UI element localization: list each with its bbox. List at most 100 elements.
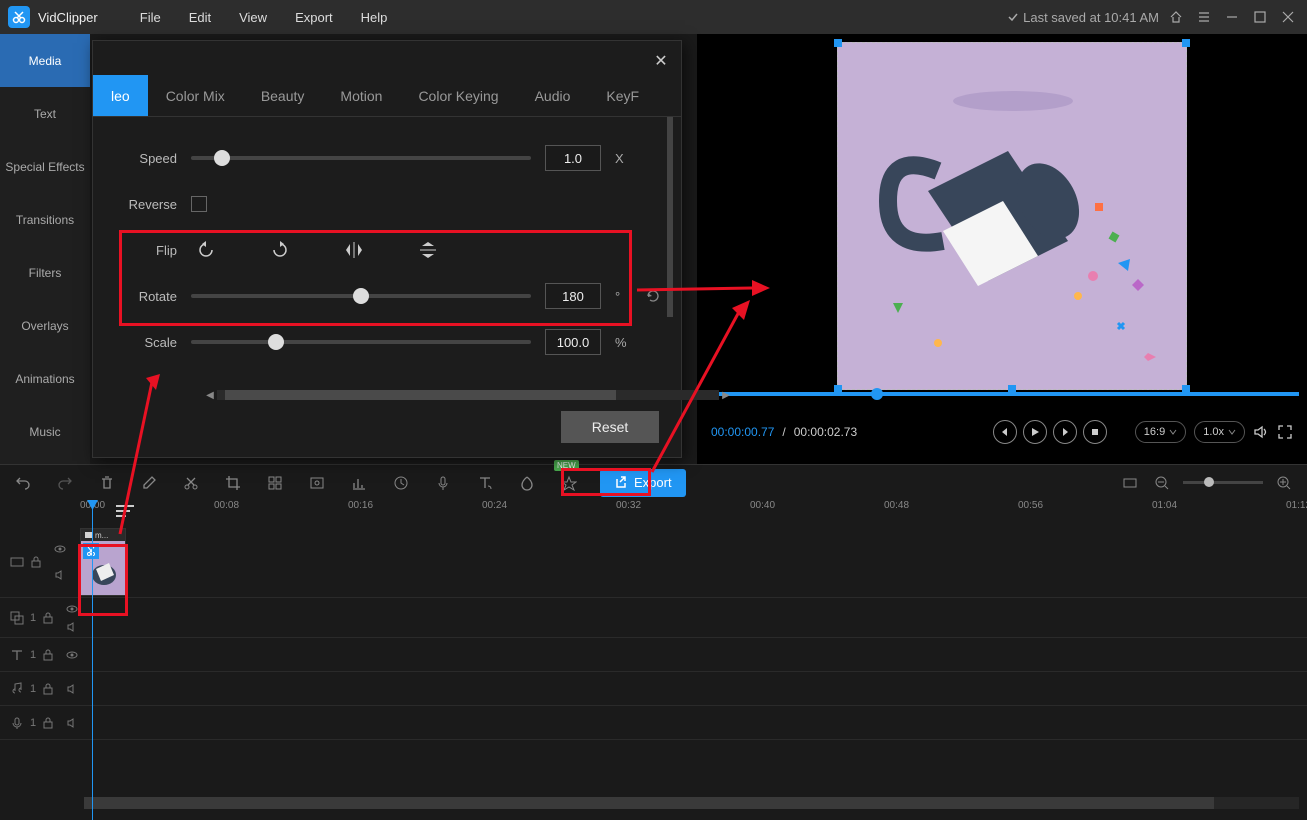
panel-hscroll[interactable]: ◀ ▶ <box>203 389 733 401</box>
lock-icon[interactable] <box>42 649 54 661</box>
lock-icon[interactable] <box>42 612 54 624</box>
playhead[interactable] <box>92 500 93 820</box>
scale-input[interactable] <box>545 329 601 355</box>
rotate-row: Rotate ° <box>107 273 667 319</box>
mute-icon[interactable] <box>66 717 78 729</box>
visibility-icon[interactable] <box>66 649 78 661</box>
hamburger-icon[interactable] <box>1197 8 1215 26</box>
preview-progress[interactable] <box>705 392 1299 396</box>
tab-motion[interactable]: Motion <box>322 75 400 116</box>
overlay-track[interactable]: 1 <box>0 598 1307 638</box>
prev-frame-button[interactable] <box>993 420 1017 444</box>
effects-button[interactable] <box>558 472 580 494</box>
scale-row: Scale % <box>107 319 667 365</box>
track-count: 1 <box>30 649 36 661</box>
lock-icon[interactable] <box>42 717 54 729</box>
volume-icon[interactable] <box>1253 424 1269 440</box>
reset-button[interactable]: Reset <box>561 411 659 443</box>
timeline-hscroll[interactable] <box>84 797 1299 809</box>
close-icon[interactable] <box>1281 8 1299 26</box>
preview-canvas[interactable] <box>837 42 1187 390</box>
play-button[interactable] <box>1023 420 1047 444</box>
flip-vertical-icon[interactable] <box>413 237 443 263</box>
lock-icon[interactable] <box>30 556 42 568</box>
timeline-menu-icon[interactable] <box>116 500 138 522</box>
playback-speed-select[interactable]: 1.0x <box>1194 421 1245 443</box>
undo-button[interactable] <box>12 472 34 494</box>
rotate-slider[interactable] <box>191 294 531 298</box>
panel-close-icon[interactable]: ✕ <box>651 51 671 71</box>
mute-icon[interactable] <box>66 621 78 633</box>
zoom-slider[interactable] <box>1183 481 1263 484</box>
tab-audio[interactable]: Audio <box>517 75 589 116</box>
preview-pane: 00:00:00.77 / 00:00:02.73 16:9 1.0x <box>697 34 1307 464</box>
rotate-ccw-icon[interactable] <box>191 237 221 263</box>
lock-icon[interactable] <box>42 683 54 695</box>
visibility-icon[interactable] <box>66 603 78 615</box>
color-button[interactable] <box>516 472 538 494</box>
timeline-clip[interactable]: m... <box>80 528 126 596</box>
zoom-out-icon[interactable] <box>1151 472 1173 494</box>
preview-controls: 00:00:00.77 / 00:00:02.73 16:9 1.0x <box>697 412 1307 452</box>
freeze-button[interactable] <box>306 472 328 494</box>
music-track[interactable]: 1 <box>0 672 1307 706</box>
tab-keyframe[interactable]: KeyF <box>588 75 657 116</box>
rotate-reset-icon[interactable] <box>645 288 661 304</box>
delete-button[interactable] <box>96 472 118 494</box>
duration-button[interactable] <box>390 472 412 494</box>
menu-view[interactable]: View <box>225 10 281 25</box>
reverse-checkbox[interactable] <box>191 196 207 212</box>
tab-color-keying[interactable]: Color Keying <box>400 75 516 116</box>
home-icon[interactable] <box>1169 8 1187 26</box>
rotate-cw-icon[interactable] <box>265 237 295 263</box>
scale-unit: % <box>615 335 631 350</box>
next-frame-button[interactable] <box>1053 420 1077 444</box>
minimize-icon[interactable] <box>1225 8 1243 26</box>
visibility-icon[interactable] <box>54 543 66 555</box>
rotate-input[interactable] <box>545 283 601 309</box>
video-track[interactable]: m... <box>0 526 1307 598</box>
voiceover-button[interactable] <box>432 472 454 494</box>
edit-button[interactable] <box>138 472 160 494</box>
redo-button[interactable] <box>54 472 76 494</box>
sidebar-item-text[interactable]: Text <box>0 87 90 140</box>
mute-icon[interactable] <box>54 569 66 581</box>
menu-file[interactable]: File <box>126 10 175 25</box>
aspect-select[interactable]: 16:9 <box>1135 421 1186 443</box>
flip-horizontal-icon[interactable] <box>339 237 369 263</box>
scale-slider[interactable] <box>191 340 531 344</box>
sidebar-item-filters[interactable]: Filters <box>0 246 90 299</box>
tab-video[interactable]: leo <box>93 75 148 116</box>
fullscreen-icon[interactable] <box>1277 424 1293 440</box>
app-name: VidClipper <box>38 10 98 25</box>
track-count: 1 <box>30 683 36 695</box>
sidebar-item-transitions[interactable]: Transitions <box>0 193 90 246</box>
tab-color-mix[interactable]: Color Mix <box>148 75 243 116</box>
sidebar-item-music[interactable]: Music <box>0 405 90 458</box>
sidebar-item-effects[interactable]: Special Effects <box>0 140 90 193</box>
split-button[interactable] <box>180 472 202 494</box>
menu-export[interactable]: Export <box>281 10 347 25</box>
time-ruler[interactable]: 00:00 00:08 00:16 00:24 00:32 00:40 00:4… <box>80 500 1307 526</box>
menu-help[interactable]: Help <box>347 10 402 25</box>
fit-timeline-icon[interactable] <box>1119 472 1141 494</box>
menu-edit[interactable]: Edit <box>175 10 225 25</box>
sidebar-item-animations[interactable]: Animations <box>0 352 90 405</box>
text-to-speech-button[interactable] <box>474 472 496 494</box>
export-button[interactable]: Export <box>600 469 686 497</box>
stop-button[interactable] <box>1083 420 1107 444</box>
crop-button[interactable] <box>222 472 244 494</box>
text-track[interactable]: 1 <box>0 638 1307 672</box>
maximize-icon[interactable] <box>1253 8 1271 26</box>
voice-track[interactable]: 1 <box>0 706 1307 740</box>
zoom-in-icon[interactable] <box>1273 472 1295 494</box>
sidebar-item-overlays[interactable]: Overlays <box>0 299 90 352</box>
mosaic-button[interactable] <box>264 472 286 494</box>
mute-icon[interactable] <box>66 683 78 695</box>
stats-button[interactable] <box>348 472 370 494</box>
speed-input[interactable] <box>545 145 601 171</box>
speed-slider[interactable] <box>191 156 531 160</box>
titlebar: VidClipper File Edit View Export Help La… <box>0 0 1307 34</box>
tab-beauty[interactable]: Beauty <box>243 75 323 116</box>
sidebar-item-media[interactable]: Media <box>0 34 90 87</box>
